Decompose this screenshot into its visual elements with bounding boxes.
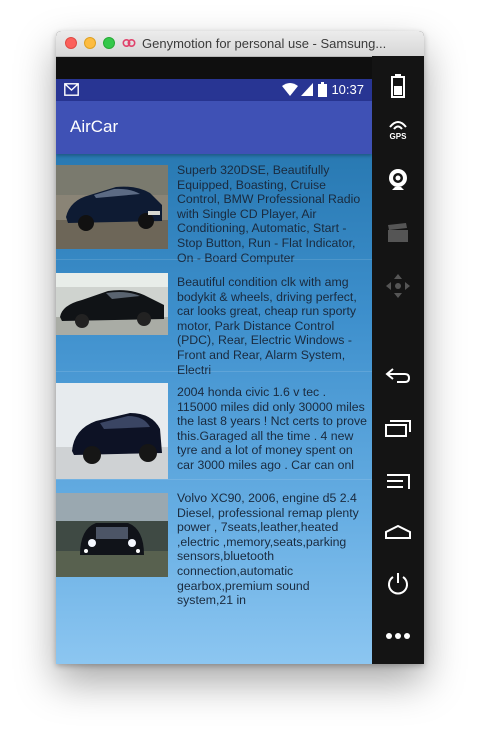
dpad-widget-button[interactable] — [372, 266, 424, 306]
power-button[interactable] — [372, 564, 424, 604]
car-description: Beautiful condition clk with amg bodykit… — [177, 275, 357, 377]
gps-label: GPS — [389, 132, 407, 141]
gps-widget-button[interactable]: GPS — [372, 110, 424, 150]
car-photo — [56, 165, 168, 249]
home-button[interactable] — [372, 512, 424, 552]
car-description: Superb 320DSE, Beautifully Equipped, Boa… — [177, 163, 361, 265]
window-titlebar: Genymotion for personal use - Samsung... — [56, 31, 424, 57]
minimize-window-button[interactable] — [84, 37, 96, 49]
battery-status-icon — [318, 82, 327, 97]
car-description: Volvo XC90, 2006, engine d5 2.4 Diesel, … — [177, 491, 359, 608]
car-photo — [56, 493, 168, 577]
clapper-icon — [388, 223, 408, 242]
status-time: 10:37 — [331, 82, 364, 97]
gps-icon — [389, 121, 407, 130]
car-photo — [56, 383, 168, 479]
maximize-window-button[interactable] — [103, 37, 115, 49]
dpad-icon — [386, 274, 410, 298]
window-title: Genymotion for personal use - Samsung... — [142, 36, 387, 51]
car-photo — [56, 273, 168, 335]
back-button[interactable] — [372, 356, 424, 396]
list-divider — [56, 479, 372, 480]
camera-widget-button[interactable] — [372, 161, 424, 201]
emulator-window: Genymotion for personal use - Samsung...… — [56, 31, 424, 664]
recent-apps-button[interactable] — [372, 408, 424, 448]
app-title: AirCar — [70, 117, 119, 136]
car-description: 2004 honda civic 1.6 v tec . 115000 mile… — [177, 385, 367, 472]
back-icon — [385, 368, 411, 383]
app-toolbar: AirCar — [56, 101, 372, 154]
signal-icon — [301, 83, 313, 96]
battery-widget-button[interactable] — [372, 66, 424, 106]
power-icon — [388, 573, 408, 595]
camera-icon — [389, 169, 407, 190]
home-icon — [385, 525, 411, 539]
menu-button[interactable] — [372, 462, 424, 502]
genymotion-icon — [122, 38, 136, 48]
list-divider — [56, 371, 372, 372]
list-divider — [56, 259, 372, 260]
battery-icon — [391, 74, 405, 98]
more-options-button[interactable] — [372, 616, 424, 656]
menu-icon — [387, 474, 410, 489]
wifi-icon — [282, 83, 298, 96]
mail-notification-icon — [64, 83, 79, 96]
android-status-bar: 10:37 — [56, 79, 372, 101]
genymotion-sidebar: GPS — [372, 56, 424, 664]
recents-icon — [385, 420, 411, 437]
capture-widget-button[interactable] — [372, 213, 424, 253]
device-screen: 10:37 AirCar Superb 320DSE, Beautifully … — [56, 79, 372, 664]
close-window-button[interactable] — [65, 37, 77, 49]
more-icon — [386, 633, 410, 639]
